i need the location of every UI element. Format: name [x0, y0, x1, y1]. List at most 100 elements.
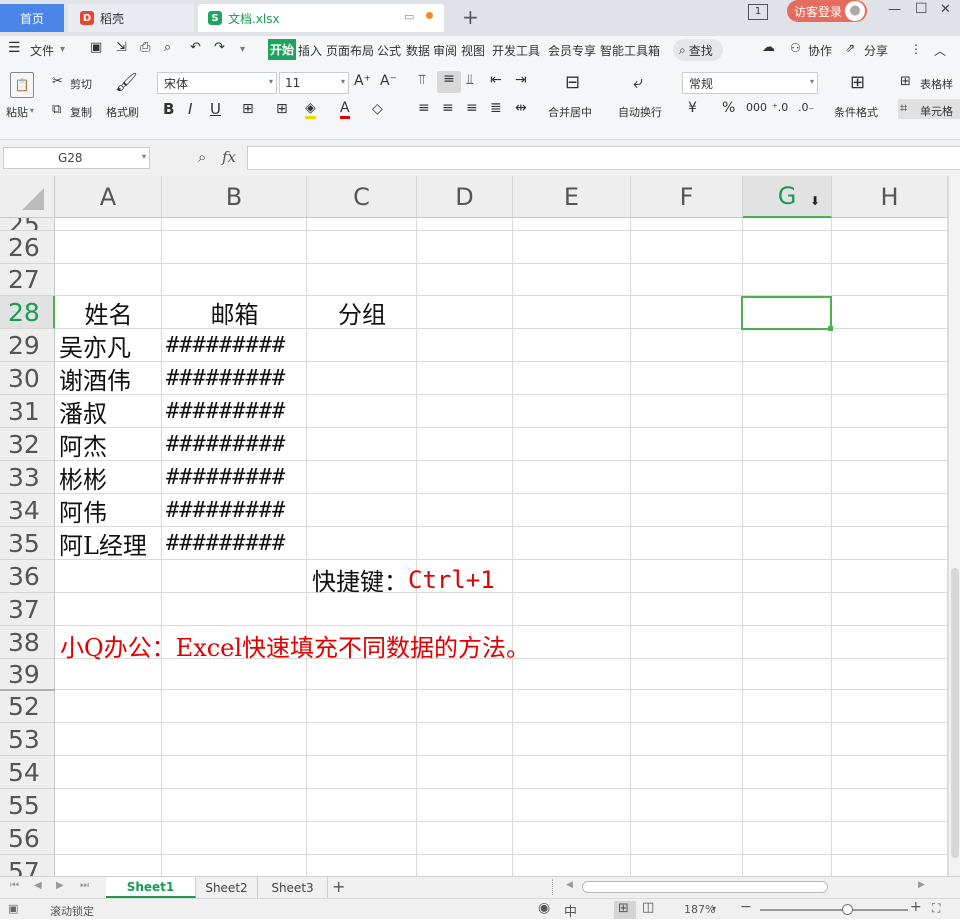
vertical-scrollbar[interactable]: [948, 176, 960, 876]
restore-button[interactable]: ☐: [915, 1, 928, 17]
name-cell[interactable]: 阿伟: [59, 494, 107, 527]
column-header[interactable]: E: [513, 176, 631, 218]
column-header[interactable]: A: [55, 176, 162, 218]
email-cell[interactable]: #########: [166, 461, 285, 494]
menu-item[interactable]: 视图: [461, 42, 485, 59]
row-header[interactable]: 34: [0, 494, 55, 527]
increase-decimal-icon[interactable]: ⁺.0: [772, 101, 788, 114]
row-header[interactable]: 28: [0, 296, 55, 329]
menu-item[interactable]: 公式: [377, 42, 401, 59]
column-header[interactable]: B: [162, 176, 307, 218]
eye-protection-icon[interactable]: ◉: [538, 900, 550, 916]
fullscreen-icon[interactable]: ⛶: [932, 901, 940, 916]
menu-item[interactable]: 会员专享: [548, 42, 596, 59]
row-header[interactable]: 27: [0, 264, 55, 296]
row-header[interactable]: 55: [0, 789, 55, 822]
decrease-decimal-icon[interactable]: .0₋: [798, 101, 814, 114]
normal-view-button[interactable]: ⊞: [614, 901, 636, 919]
tab-daoke[interactable]: D 稻壳: [68, 4, 194, 32]
italic-icon[interactable]: I: [188, 100, 192, 118]
menu-item[interactable]: 开始: [268, 39, 297, 60]
input-mode-icon[interactable]: 中: [564, 901, 577, 920]
row-header[interactable]: 31: [0, 395, 55, 428]
border-icon[interactable]: ⊞: [242, 101, 254, 117]
menu-file[interactable]: 文件: [30, 42, 54, 59]
align-left-icon[interactable]: ≡: [418, 100, 430, 116]
name-box[interactable]: G28 ▾: [3, 147, 150, 169]
column-header[interactable]: H: [832, 176, 948, 218]
fill-handle[interactable]: [828, 326, 833, 331]
row-header[interactable]: 25: [0, 218, 55, 231]
bold-icon[interactable]: B: [163, 100, 174, 118]
zoom-slider-thumb[interactable]: [842, 904, 853, 915]
name-cell[interactable]: 潘叔: [59, 395, 107, 428]
distribute-icon[interactable]: ⇹: [515, 100, 527, 116]
page-indicator[interactable]: 1: [748, 4, 768, 20]
sheet-tab[interactable]: Sheet1: [106, 877, 196, 898]
paint-bucket-icon[interactable]: ◈: [305, 100, 316, 119]
tab-splitter[interactable]: [552, 879, 560, 895]
fill-color-icon[interactable]: ⊞: [276, 101, 288, 117]
email-cell[interactable]: #########: [166, 329, 285, 362]
close-button[interactable]: ✕: [940, 2, 951, 17]
unsaved-dot-icon[interactable]: [426, 12, 433, 19]
number-format-select[interactable]: 常规 ▾: [682, 72, 818, 94]
zoom-slider-track[interactable]: [760, 909, 908, 911]
format-painter-button[interactable]: 格式刷: [106, 104, 139, 120]
undo-icon[interactable]: ↶: [190, 40, 201, 55]
chevron-down-icon[interactable]: ▾: [60, 44, 65, 55]
copy-button[interactable]: 复制: [70, 104, 92, 120]
row-header[interactable]: 35: [0, 527, 55, 560]
share-button[interactable]: 分享: [864, 42, 888, 59]
email-cell[interactable]: #########: [166, 428, 285, 461]
currency-icon[interactable]: ¥: [688, 100, 697, 116]
column-header[interactable]: D: [417, 176, 513, 218]
menu-item[interactable]: 插入: [298, 42, 322, 59]
first-sheet-icon[interactable]: ⏮: [10, 880, 19, 891]
header-name[interactable]: 姓名: [55, 296, 162, 329]
align-top-icon[interactable]: ⫪: [418, 72, 426, 88]
collapse-ribbon-icon[interactable]: ︿: [934, 42, 946, 59]
add-sheet-button[interactable]: +: [332, 877, 345, 896]
email-cell[interactable]: #########: [166, 527, 285, 560]
spreadsheet-grid[interactable]: ABCDEFGH 2526272829303132333435363738395…: [0, 176, 948, 876]
menu-item[interactable]: 智能工具箱: [600, 42, 660, 59]
underline-icon[interactable]: U: [210, 100, 221, 118]
row-header[interactable]: 29: [0, 329, 55, 362]
selected-cell[interactable]: [741, 296, 832, 330]
row-header[interactable]: 30: [0, 362, 55, 395]
menu-item[interactable]: 开发工具: [492, 42, 540, 59]
cell-style-button[interactable]: ⌗ 单元格: [898, 99, 960, 119]
zoom-chevron-icon[interactable]: ▾: [712, 904, 716, 913]
header-group[interactable]: 分组: [307, 296, 417, 329]
new-tab-button[interactable]: +: [462, 5, 479, 29]
name-cell[interactable]: 谢酒伟: [59, 362, 131, 395]
table-style-button[interactable]: 表格样: [920, 76, 953, 92]
name-cell[interactable]: 阿L经理: [59, 527, 147, 560]
thousands-separator-button[interactable]: 000: [746, 101, 767, 114]
row-header[interactable]: 37: [0, 593, 55, 626]
scroll-left-icon[interactable]: ◀: [566, 880, 573, 890]
name-cell[interactable]: 吴亦凡: [59, 329, 131, 362]
column-header[interactable]: C: [307, 176, 417, 218]
row-header[interactable]: 57: [0, 855, 55, 876]
redo-icon[interactable]: ↷: [214, 40, 225, 55]
row-header[interactable]: 33: [0, 461, 55, 494]
page-view-icon[interactable]: ◫: [642, 900, 654, 915]
search-box[interactable]: ⌕ 查找: [673, 39, 723, 61]
sheet-tab[interactable]: Sheet3: [258, 877, 328, 898]
row-header[interactable]: 54: [0, 756, 55, 789]
indent-decrease-icon[interactable]: ⇤: [490, 72, 502, 88]
column-header[interactable]: F: [631, 176, 743, 218]
print-icon[interactable]: ⎙: [140, 40, 150, 55]
font-name-select[interactable]: 宋体 ▾: [157, 72, 277, 94]
row-header[interactable]: 56: [0, 822, 55, 855]
collab-button[interactable]: 协作: [808, 42, 832, 59]
hidden-rows-marker[interactable]: [0, 689, 55, 691]
email-cell[interactable]: #########: [166, 494, 285, 527]
export-icon[interactable]: ⇲: [116, 40, 127, 55]
align-middle-icon[interactable]: ≡: [437, 71, 461, 93]
row-header[interactable]: 36: [0, 560, 55, 593]
scroll-lock-status[interactable]: 滚动锁定: [50, 903, 94, 919]
row-header[interactable]: 26: [0, 231, 55, 264]
